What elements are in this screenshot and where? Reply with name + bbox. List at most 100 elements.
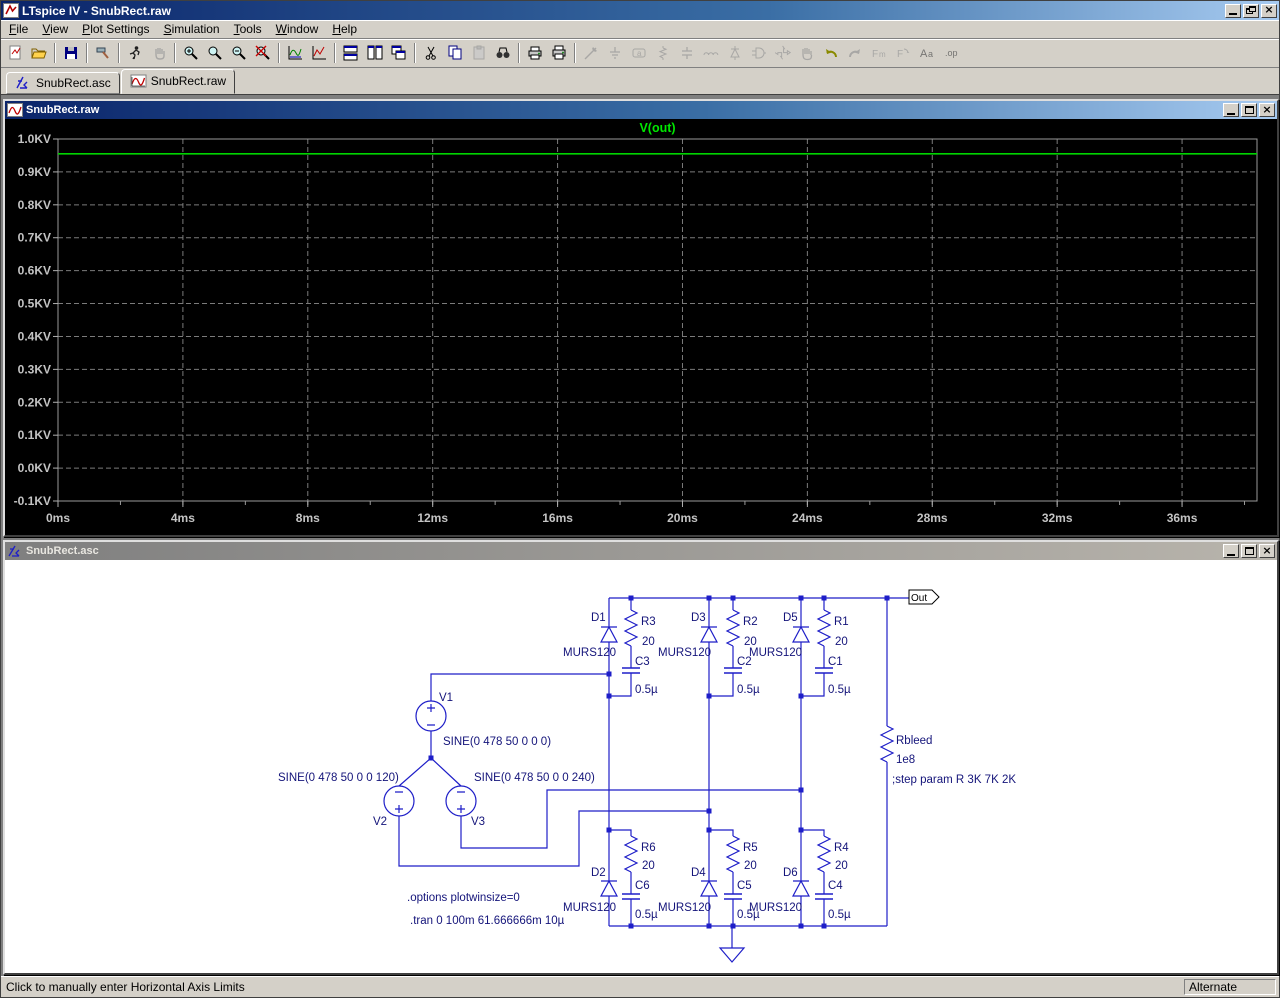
find-icon	[496, 47, 510, 58]
schematic-label: SINE(0 478 50 0 0 240)	[474, 772, 595, 784]
copy-button[interactable]	[443, 41, 467, 65]
menu-simulation[interactable]: Simulation	[157, 21, 227, 38]
new-schematic-button[interactable]	[3, 41, 27, 65]
schematic-label: V2	[373, 816, 387, 828]
place-diode-icon	[730, 46, 740, 60]
capacitor-C6-symbol	[622, 893, 640, 900]
svg-text:a: a	[928, 49, 933, 59]
close-button[interactable]: ×	[1259, 544, 1275, 558]
schematic-label: C6	[635, 880, 650, 892]
minimize-button[interactable]	[1223, 103, 1239, 117]
schematic-label: MURS120	[563, 902, 616, 914]
draw-wire-icon	[584, 47, 597, 60]
tile-vertically-icon	[367, 45, 383, 60]
resistor-Rbleed-symbol	[879, 725, 895, 763]
status-message: Click to manually enter Horizontal Axis …	[6, 980, 245, 994]
schematic-label: SINE(0 478 50 0 0 0)	[443, 736, 551, 748]
find-button[interactable]	[491, 41, 515, 65]
print-preview-button[interactable]	[523, 41, 547, 65]
autorange-y-axis-button[interactable]	[283, 41, 307, 65]
cascade-windows-button[interactable]	[387, 41, 411, 65]
drag-icon	[802, 48, 813, 61]
undo-button[interactable]	[819, 41, 843, 65]
waveform-plot[interactable]: 0ms 4ms 8ms 12ms 16ms 20ms 24ms 28ms 32ms 36ms 1.0…	[5, 119, 1277, 535]
tile-horizontally-button[interactable]	[339, 41, 363, 65]
rotate-icon: F	[897, 48, 910, 60]
schematic-label: MURS120	[749, 902, 802, 914]
menu-window[interactable]: Window	[269, 21, 326, 38]
diode-D3-symbol	[700, 625, 718, 643]
schematic-labels: D1MURS120R320C30.5µD3MURS120R220C20.5µD5…	[278, 612, 1016, 927]
schematic-label: .tran 0 100m 61.666666m 10µ	[410, 915, 565, 927]
x-axis-tick-label: 32ms	[1042, 511, 1073, 525]
resistor-R5-symbol	[725, 835, 741, 873]
waveform-window-titlebar[interactable]: SnubRect.raw ×	[5, 101, 1277, 119]
schematic-label: V3	[471, 816, 485, 828]
schematic-canvas[interactable]: Out D1 MURS120 R3 20 C3 0.5µ D3 MURS120 R2 20 C2 0.…	[5, 560, 1277, 973]
menu-view[interactable]: View	[35, 21, 75, 38]
place-resistor-icon	[658, 46, 668, 60]
zoom-in-icon	[184, 46, 198, 60]
svg-text:a: a	[637, 49, 642, 58]
diode-D6-symbol	[792, 879, 810, 897]
place-capacitor-icon	[682, 47, 692, 59]
cut-button[interactable]	[419, 41, 443, 65]
save-button[interactable]	[59, 41, 83, 65]
svg-text:m: m	[879, 50, 886, 59]
schematic-label: R4	[834, 842, 849, 854]
tab-snubrect-asc[interactable]: SnubRect.asc	[6, 72, 120, 94]
menu-tools[interactable]: Tools	[227, 21, 269, 38]
maximize-button[interactable]	[1241, 103, 1257, 117]
restore-button[interactable]	[1243, 3, 1259, 18]
minimize-button[interactable]	[1225, 3, 1241, 18]
resistor-R6-symbol	[623, 835, 639, 873]
menu-file[interactable]: File	[2, 21, 35, 38]
y-axis-tick-label: 0.8KV	[18, 198, 51, 212]
schematic-label: C5	[737, 880, 752, 892]
place-inductor-button	[699, 41, 723, 65]
schematic-label: R2	[743, 616, 758, 628]
status-mode-indicator: Alternate	[1184, 979, 1276, 995]
schematic-label: R5	[743, 842, 758, 854]
y-axis-tick-label: 0.4KV	[18, 329, 51, 343]
tab-snubrect-raw[interactable]: SnubRect.raw	[120, 69, 236, 94]
zoom-to-rectangle-button[interactable]	[203, 41, 227, 65]
schematic-label: ;step param R 3K 7K 2K	[892, 774, 1016, 786]
run-simulation-button[interactable]	[123, 41, 147, 65]
zoom-full-extents-button[interactable]	[251, 41, 275, 65]
window-title: LTspice IV - SnubRect.raw	[22, 3, 171, 18]
zoom-in-button[interactable]	[179, 41, 203, 65]
y-axis-tick-label: 0.9KV	[18, 165, 51, 179]
place-component-icon	[752, 47, 766, 59]
menu-help[interactable]: Help	[325, 21, 364, 38]
place-diode-button	[723, 41, 747, 65]
schematic-window-titlebar[interactable]: SnubRect.asc ×	[5, 542, 1277, 560]
tile-vertically-button[interactable]	[363, 41, 387, 65]
schematic-label: D4	[691, 867, 706, 879]
open-file-button[interactable]	[27, 41, 51, 65]
schematic-label: MURS120	[749, 647, 802, 659]
control-panel-button[interactable]	[91, 41, 115, 65]
waveform-icon	[7, 103, 23, 117]
wire-junction-nodes	[428, 595, 890, 929]
maximize-button[interactable]	[1241, 544, 1257, 558]
y-axis-tick-label: 0.5KV	[18, 297, 51, 311]
place-capacitor-button	[675, 41, 699, 65]
schematic-label: R6	[641, 842, 656, 854]
schematic-label: D3	[691, 612, 706, 624]
minimize-button[interactable]	[1223, 544, 1239, 558]
place-component-button	[747, 41, 771, 65]
close-button[interactable]: ×	[1259, 103, 1275, 117]
y-axis-tick-label: 0.7KV	[18, 231, 51, 245]
print-button[interactable]	[547, 41, 571, 65]
schematic-label: .options plotwinsize=0	[407, 892, 520, 904]
capacitor-C2-symbol	[724, 667, 742, 674]
resistor-R1-symbol	[816, 609, 832, 647]
plot-settings-button[interactable]	[307, 41, 331, 65]
close-button[interactable]: ×	[1261, 3, 1277, 18]
zoom-out-button[interactable]	[227, 41, 251, 65]
schematic-label: C4	[828, 880, 843, 892]
waveform-icon	[130, 74, 147, 89]
menu-plot-settings[interactable]: Plot Settings	[75, 21, 156, 38]
drag-button	[795, 41, 819, 65]
